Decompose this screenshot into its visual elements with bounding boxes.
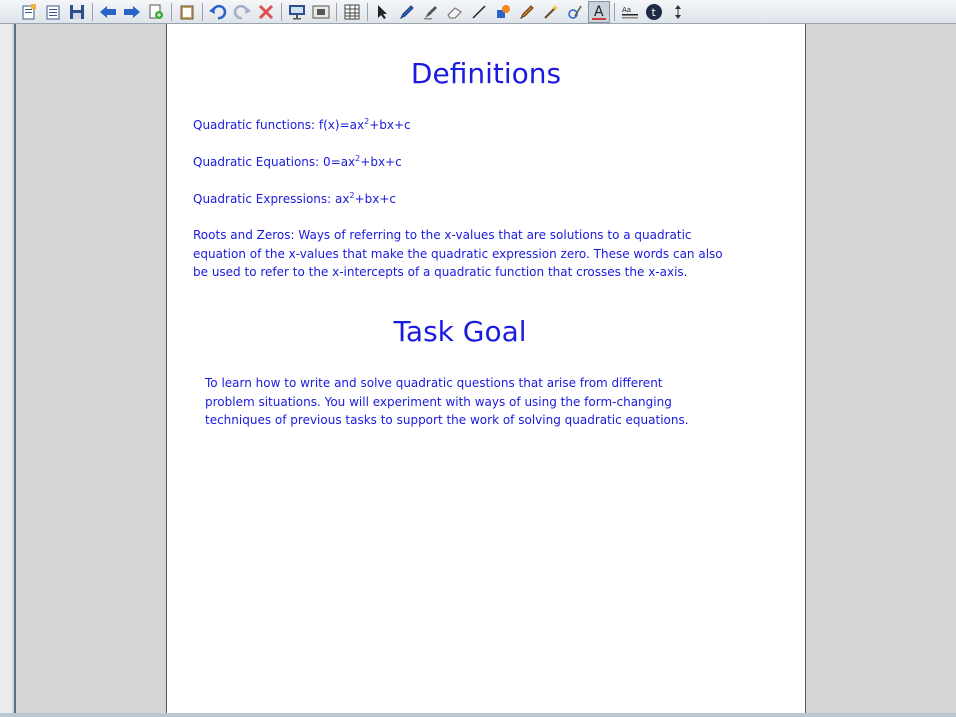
magic-wand-icon[interactable] — [540, 1, 562, 23]
definition-text: +bx+c — [369, 118, 411, 132]
roots-zeros-definition: Roots and Zeros: Ways of referring to th… — [193, 226, 723, 282]
left-panel-edge — [0, 24, 12, 717]
fill-icon[interactable] — [492, 1, 514, 23]
definition-text: +bx+c — [354, 192, 396, 206]
magic-pen-icon[interactable] — [516, 1, 538, 23]
toolbar-separator — [202, 2, 203, 21]
capture-icon[interactable] — [310, 1, 332, 23]
delete-icon[interactable] — [255, 1, 277, 23]
paragraph-line: problem situations. You will experiment … — [205, 394, 672, 409]
whiteboard-app: A Aa t Definitions Quadratic functions: … — [0, 0, 956, 717]
paragraph-line: To learn how to write and solve quadrati… — [205, 376, 663, 390]
toolbar-separator — [92, 2, 93, 21]
paragraph-line: techniques of previous tasks to support … — [205, 413, 689, 427]
highlighter-icon[interactable] — [420, 1, 442, 23]
definition-text: Quadratic Equations: 0=ax — [193, 155, 356, 169]
add-page-icon[interactable] — [145, 1, 167, 23]
properties-icon[interactable]: Aa — [619, 1, 641, 23]
back-arrow-icon[interactable] — [97, 1, 119, 23]
quadratic-expressions-definition: Quadratic Expressions: ax2+bx+c — [193, 191, 396, 206]
undo-icon[interactable] — [207, 1, 229, 23]
left-panel-border — [14, 24, 16, 717]
eraser-icon[interactable] — [444, 1, 466, 23]
definition-text: Quadratic Expressions: ax — [193, 192, 350, 206]
paragraph-line: Roots and Zeros: Ways of referring to th… — [193, 228, 692, 242]
definition-text: +bx+c — [360, 155, 402, 169]
toolbar-separator — [171, 2, 172, 21]
definitions-title: Definitions — [410, 57, 562, 90]
svg-text:t: t — [652, 6, 657, 19]
quadratic-functions-definition: Quadratic functions: f(x)=ax2+bx+c — [193, 117, 411, 132]
forward-arrow-icon[interactable] — [121, 1, 143, 23]
info-icon[interactable]: t — [643, 1, 665, 23]
main-toolbar: A Aa t — [0, 0, 956, 24]
clipboard-icon[interactable] — [176, 1, 198, 23]
definition-text: Quadratic functions: f(x)=ax — [193, 118, 365, 132]
paragraph-line: be used to refer to the x-intercepts of … — [193, 265, 688, 279]
redo-icon[interactable] — [231, 1, 253, 23]
status-bar — [0, 713, 956, 717]
pen-icon[interactable] — [396, 1, 418, 23]
task-goal-title: Task Goal — [393, 315, 527, 348]
toolbar-separator — [614, 2, 615, 21]
select-arrow-icon[interactable] — [372, 1, 394, 23]
page-list-icon[interactable] — [42, 1, 64, 23]
toolbar-separator — [367, 2, 368, 21]
line-icon[interactable] — [468, 1, 490, 23]
table-icon[interactable] — [341, 1, 363, 23]
save-icon[interactable] — [66, 1, 88, 23]
quadratic-equations-definition: Quadratic Equations: 0=ax2+bx+c — [193, 154, 402, 169]
toolbar-separator — [281, 2, 282, 21]
new-page-icon[interactable] — [18, 1, 40, 23]
projector-icon[interactable] — [286, 1, 308, 23]
move-toolbar-icon[interactable] — [667, 1, 689, 23]
shape-recognition-icon[interactable] — [564, 1, 586, 23]
svg-text:A: A — [594, 4, 604, 20]
whiteboard-page[interactable]: Definitions Quadratic functions: f(x)=ax… — [166, 24, 806, 717]
task-goal-text: To learn how to write and solve quadrati… — [205, 374, 689, 430]
text-icon[interactable]: A — [588, 0, 610, 23]
paragraph-line: equation of the x-values that make the q… — [193, 246, 723, 261]
svg-text:Aa: Aa — [622, 6, 631, 14]
toolbar-separator — [336, 2, 337, 21]
